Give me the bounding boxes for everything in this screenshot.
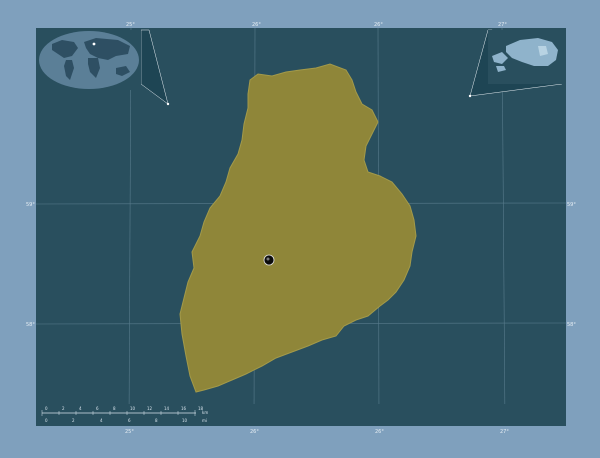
scale-label: 12 bbox=[147, 406, 153, 411]
lon-label-bottom: 25° bbox=[125, 429, 134, 435]
lon-label-top: 26° bbox=[252, 22, 261, 28]
lon-label-top: 27° bbox=[498, 22, 507, 28]
lon-label-top: 26° bbox=[374, 22, 383, 28]
scale-label: 16 bbox=[181, 406, 187, 411]
map-canvas: 0 2 4 6 8 10 12 14 16 18 km 0 2 4 6 8 10… bbox=[0, 0, 600, 458]
location-dot bbox=[92, 42, 96, 46]
lat-label-right: 58° bbox=[567, 322, 576, 328]
scale-bar-bg bbox=[38, 404, 564, 426]
lon-label-bottom: 27° bbox=[500, 429, 509, 435]
scale-bar: 0 2 4 6 8 10 12 14 16 18 km 0 2 4 6 8 10… bbox=[38, 404, 564, 426]
scale-unit: km bbox=[202, 410, 208, 415]
lon-label-top: 25° bbox=[126, 22, 135, 28]
lat-label-left: 58° bbox=[26, 322, 35, 328]
map-stage: 0 2 4 6 8 10 12 14 16 18 km 0 2 4 6 8 10… bbox=[0, 0, 600, 458]
lon-label-bottom: 26° bbox=[250, 429, 259, 435]
scale-label: 10 bbox=[130, 406, 136, 411]
scale-unit: mi bbox=[202, 418, 207, 423]
scale-label: 10 bbox=[182, 418, 188, 423]
pointer-tip bbox=[468, 94, 472, 98]
scale-label: 14 bbox=[164, 406, 170, 411]
lon-label-bottom: 26° bbox=[375, 429, 384, 435]
lat-label-right: 59° bbox=[567, 202, 576, 208]
lat-label-left: 59° bbox=[26, 202, 35, 208]
pointer-tip bbox=[166, 102, 170, 106]
black-dot-marker bbox=[263, 254, 275, 266]
